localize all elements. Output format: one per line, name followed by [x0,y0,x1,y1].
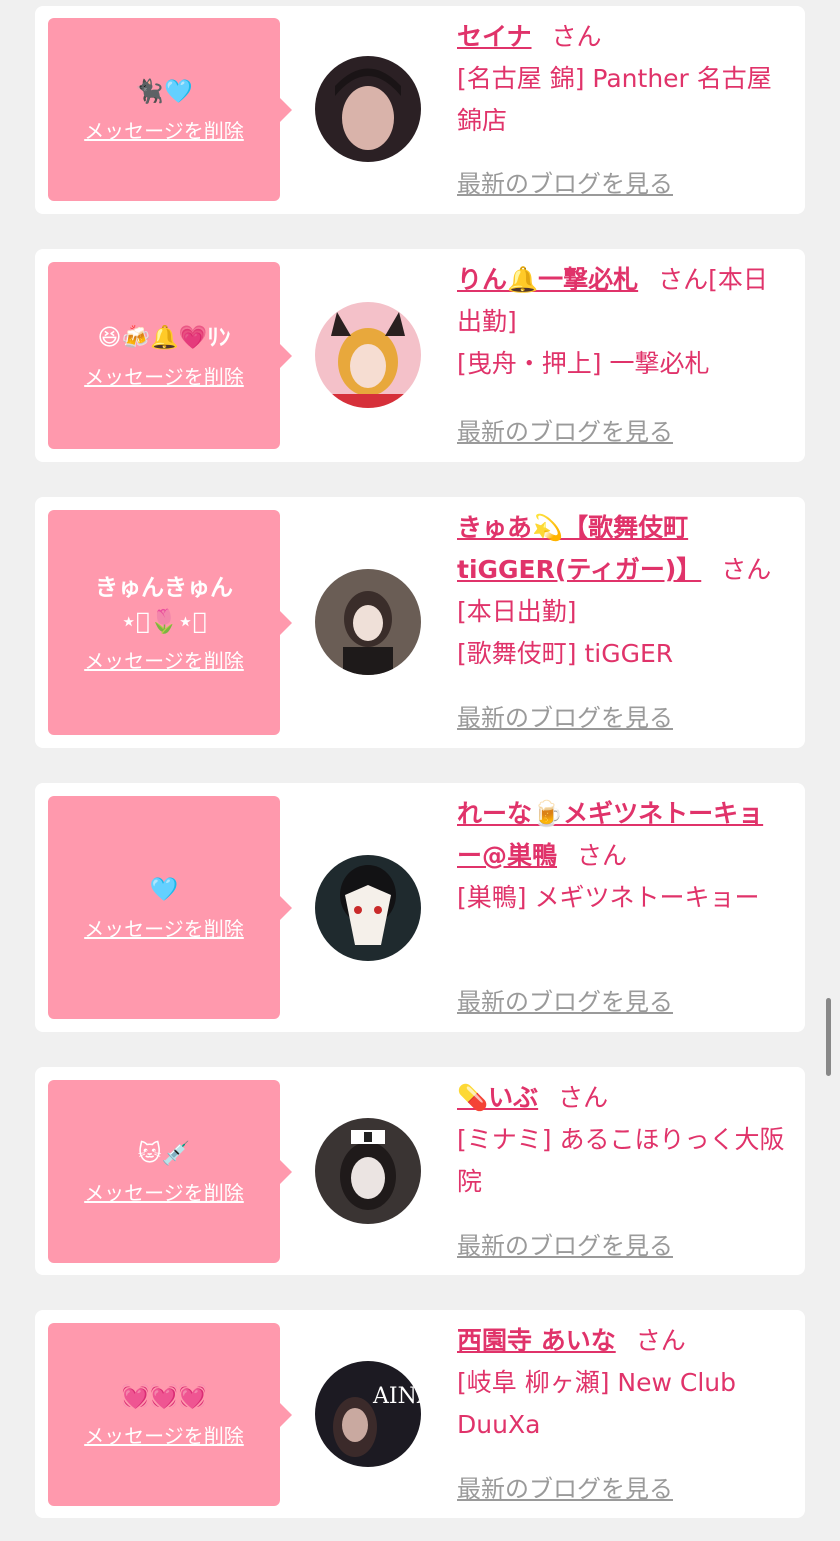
message-card: 😆🍻🔔💗ﾘﾝ メッセージを削除 りん🔔一撃必札 さん[本日出勤] [曳舟・押上] … [35,249,805,462]
message-text: 🩵 [149,877,179,903]
shop-name: [岐阜 柳ヶ瀬] New Club DuuXa [457,1368,736,1439]
message-card: 🩵 メッセージを削除 れーな🍺メギツネトーキョー@巣鴨 さん [巣鴨] メギツネト… [35,783,805,1032]
message-bubble: きゅんきゅん ⋆͛🌷⋆͛ メッセージを削除 [48,510,292,735]
message-bubble: 🩵 メッセージを削除 [48,796,292,1019]
message-text: 🐱💉 [137,1141,191,1167]
avatar[interactable] [315,1118,421,1224]
message-bubble: 🐈‍⬛🩵 メッセージを削除 [48,18,292,201]
shop-name: [歌舞伎町] tiGGER [457,639,674,668]
latest-blog-link[interactable]: 最新のブログを見る [457,1469,673,1504]
cast-info: きゅあ💫【歌舞伎町tiGGER(ティガー)】 さん[本日出勤] [歌舞伎町] ti… [457,507,787,675]
shop-name: [巣鴨] メギツネトーキョー [457,883,760,912]
cast-name-link[interactable]: セイナ [457,22,532,51]
cast-info: 西園寺 あいな さん [岐阜 柳ヶ瀬] New Club DuuXa [457,1320,787,1446]
cast-name-link[interactable]: 💊いぶ [457,1083,538,1112]
avatar[interactable] [315,56,421,162]
message-bubble: 😆🍻🔔💗ﾘﾝ メッセージを削除 [48,262,292,449]
avatar[interactable] [315,569,421,675]
delete-message-link[interactable]: メッセージを削除 [84,361,244,390]
avatar-text: AINA [372,1384,421,1409]
avatar-photo: AINA [315,1361,421,1467]
delete-message-link[interactable]: メッセージを削除 [84,645,244,674]
cast-name-link[interactable]: きゅあ💫【歌舞伎町tiGGER(ティガー)】 [457,513,701,584]
delete-message-link[interactable]: メッセージを削除 [84,115,244,144]
shop-name: [ミナミ] あるこほりっく大阪院 [457,1125,785,1196]
latest-blog-link[interactable]: 最新のブログを見る [457,412,673,447]
message-text: 💓💓💓 [121,1384,207,1410]
cast-info: 💊いぶ さん [ミナミ] あるこほりっく大阪院 [457,1077,787,1203]
avatar[interactable]: AINA [315,1361,421,1467]
message-card: 🐱💉 メッセージを削除 💊いぶ さん [ミナミ] あるこほりっく大阪院 最新のブロ… [35,1067,805,1275]
cast-name-link[interactable]: 西園寺 あいな [457,1326,616,1355]
honorific: さん [558,1083,609,1112]
shop-name: [名古屋 錦] Panther 名古屋錦店 [457,64,772,135]
message-card: 💓💓💓 メッセージを削除 AINA 西園寺 あいなさん [岐阜 柳ヶ瀬] New… [35,1310,805,1518]
cast-info: りん🔔一撃必札 さん[本日出勤] [曳舟・押上] 一撃必札 [457,259,787,385]
message-bubble: 💓💓💓 メッセージを削除 [48,1323,292,1506]
delete-message-link[interactable]: メッセージを削除 [84,913,244,942]
message-card: きゅんきゅん ⋆͛🌷⋆͛ メッセージを削除 きゅあ💫【歌舞伎町tiGGER(ティ… [35,497,805,748]
delete-message-link[interactable]: メッセージを削除 [84,1420,244,1449]
avatar-photo [315,855,421,961]
message-card: 🐈‍⬛🩵 メッセージを削除 セイナ さん [名古屋 錦] Panther 名古屋錦… [35,6,805,214]
avatar-photo [315,56,421,162]
latest-blog-link[interactable]: 最新のブログを見る [457,982,673,1017]
message-text: 😆🍻🔔💗ﾘﾝ [97,325,231,351]
honorific: さん [551,22,602,51]
avatar[interactable] [315,855,421,961]
avatar[interactable] [315,302,421,408]
latest-blog-link[interactable]: 最新のブログを見る [457,164,673,199]
delete-message-link[interactable]: メッセージを削除 [84,1177,244,1206]
message-bubble: 🐱💉 メッセージを削除 [48,1080,292,1263]
cast-info: セイナ さん [名古屋 錦] Panther 名古屋錦店 [457,16,787,142]
latest-blog-link[interactable]: 最新のブログを見る [457,1226,673,1261]
shop-name: [曳舟・押上] 一撃必札 [457,349,710,378]
avatar-photo [315,302,421,408]
honorific: さん [577,841,628,870]
cast-info: れーな🍺メギツネトーキョー@巣鴨 さん [巣鴨] メギツネトーキョー [457,793,787,919]
avatar-photo [315,569,421,675]
message-text: きゅんきゅん ⋆͛🌷⋆͛ [95,575,233,635]
honorific: さん [635,1326,686,1355]
latest-blog-link[interactable]: 最新のブログを見る [457,698,673,733]
cast-name-link[interactable]: りん🔔一撃必札 [457,265,638,294]
scrollbar[interactable] [826,998,831,1076]
message-text: 🐈‍⬛🩵 [135,79,193,105]
avatar-photo [315,1118,421,1224]
